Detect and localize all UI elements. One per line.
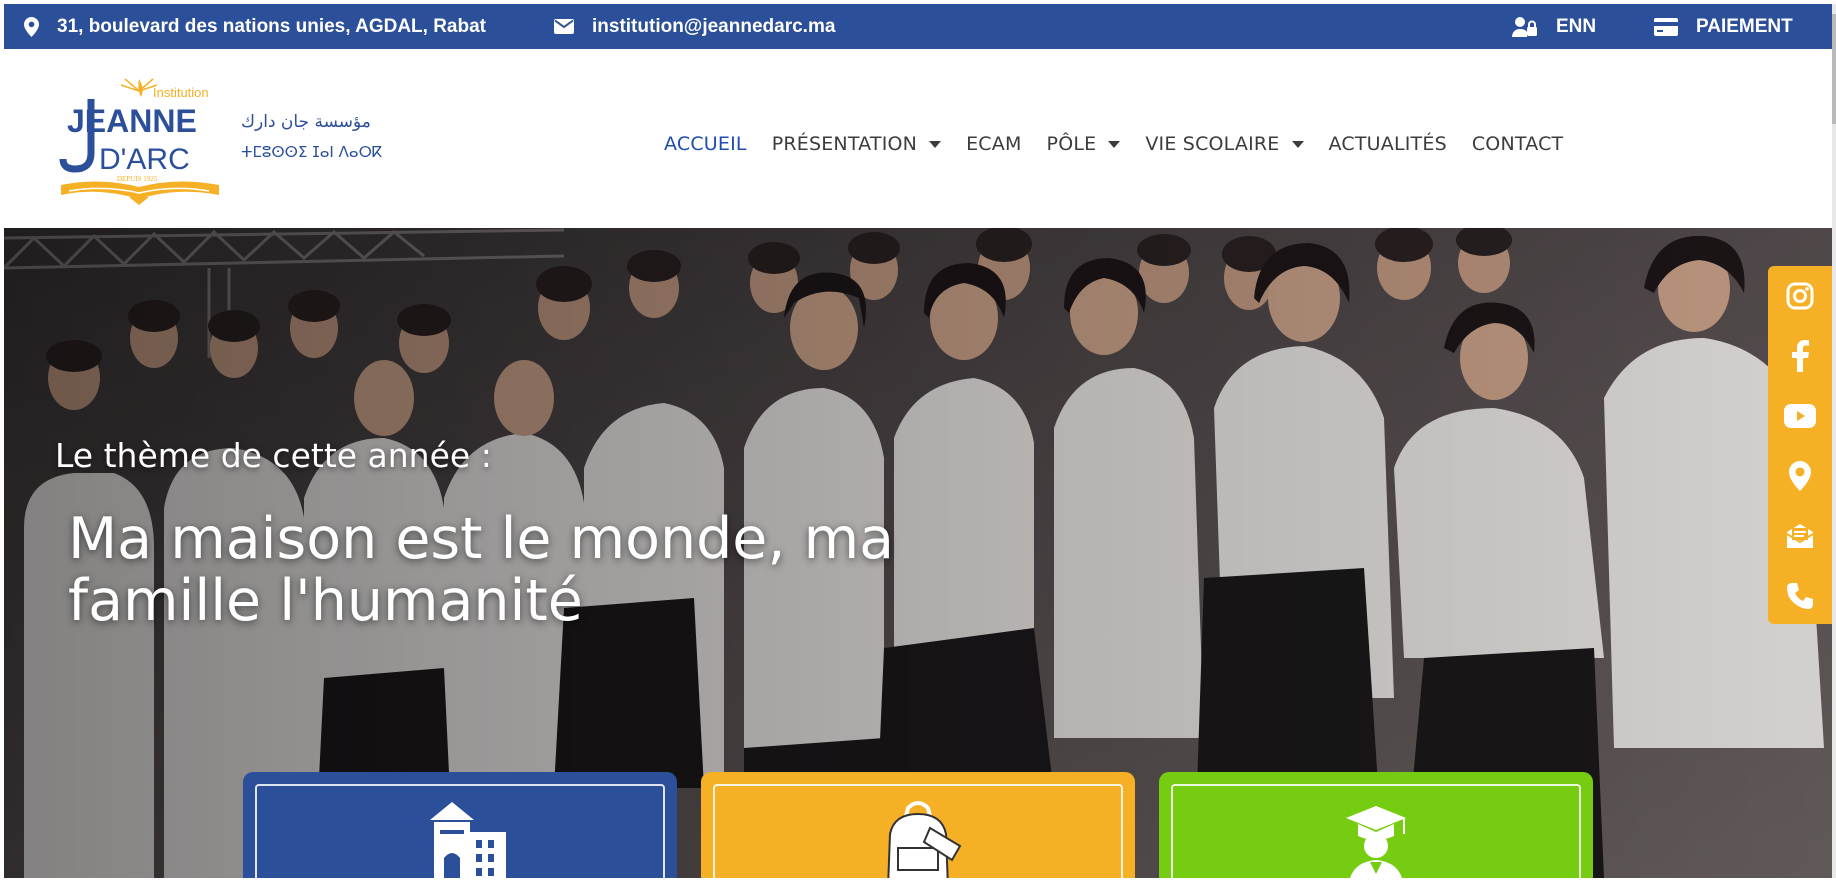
top-bar: 31, boulevard des nations unies, AGDAL, …: [4, 4, 1832, 49]
email-text: institution@jeannedarc.ma: [592, 15, 836, 37]
logo-name-bottom: D'ARC: [99, 143, 190, 176]
nav-actualites-label: ACTUALITÉS: [1328, 133, 1447, 155]
nav-pole-label: PÔLE: [1046, 133, 1097, 155]
youtube-icon[interactable]: [1768, 386, 1832, 446]
facebook-icon[interactable]: [1768, 326, 1832, 386]
page-scrollbar-thumb[interactable]: [1832, 14, 1836, 124]
enn-link[interactable]: ENN: [1512, 4, 1596, 49]
main-nav: ACCUEIL PRÉSENTATION ECAM PÔLE VIE SCOLA…: [664, 128, 1588, 160]
site-logo[interactable]: Institution JEANNE D'ARC DEPUIS 1925 مؤس…: [59, 77, 404, 217]
backpack-icon: [868, 798, 968, 878]
logo-arabic: مؤسسة جان دارك: [241, 112, 371, 132]
school-building-icon: [410, 798, 510, 878]
payment-label: PAIEMENT: [1696, 15, 1793, 37]
nav-presentation-label: PRÉSENTATION: [771, 133, 918, 155]
graduate-icon: [1326, 798, 1426, 878]
nav-vie-scolaire[interactable]: VIE SCOLAIRE: [1145, 133, 1304, 155]
nav-contact[interactable]: CONTACT: [1472, 133, 1564, 155]
instagram-icon[interactable]: [1768, 266, 1832, 326]
mail-icon[interactable]: [1768, 506, 1832, 566]
nav-accueil[interactable]: ACCUEIL: [664, 133, 747, 155]
nav-actualites[interactable]: ACTUALITÉS: [1329, 133, 1447, 155]
site-header: Institution JEANNE D'ARC DEPUIS 1925 مؤس…: [4, 49, 1832, 228]
location-icon[interactable]: [1768, 446, 1832, 506]
page-scrollbar[interactable]: [1832, 4, 1836, 878]
address-link[interactable]: 31, boulevard des nations unies, AGDAL, …: [24, 4, 486, 49]
logo-since: DEPUIS 1925: [117, 175, 158, 183]
logo-name-top: JEANNE: [67, 103, 197, 139]
hero-subtitle: Le thème de cette année :: [55, 436, 492, 475]
address-text: 31, boulevard des nations unies, AGDAL, …: [57, 15, 486, 37]
caret-down-icon: [929, 140, 942, 148]
nav-pole[interactable]: PÔLE: [1047, 133, 1121, 155]
user-lock-icon: [1512, 16, 1538, 37]
logo-institution: Institution: [153, 85, 209, 100]
map-pin-icon: [24, 16, 39, 37]
email-link[interactable]: institution@jeannedarc.ma: [554, 4, 835, 49]
jeanne-darc-logo-icon: Institution JEANNE D'ARC DEPUIS 1925 مؤس…: [59, 78, 382, 205]
caret-down-icon: [1108, 140, 1121, 148]
page-frame: 31, boulevard des nations unies, AGDAL, …: [4, 4, 1832, 878]
nav-accueil-label: ACCUEIL: [664, 133, 747, 155]
phone-icon[interactable]: [1768, 566, 1832, 626]
payment-link[interactable]: PAIEMENT: [1654, 4, 1793, 49]
card-graduation[interactable]: [1159, 772, 1593, 878]
logo-tifinagh: ⵜⵎⵓⵙⵙⵉ ⵊⴰⵏ ⴷⴰⵔⴽ: [241, 143, 382, 161]
nav-contact-label: CONTACT: [1471, 133, 1564, 155]
nav-ecam-label: ECAM: [966, 133, 1022, 155]
card-activities[interactable]: [701, 772, 1135, 878]
social-sidebar: [1768, 266, 1832, 624]
credit-card-icon: [1654, 17, 1678, 36]
nav-presentation[interactable]: PRÉSENTATION: [771, 133, 942, 155]
nav-ecam[interactable]: ECAM: [966, 133, 1021, 155]
caret-down-icon: [1291, 140, 1304, 148]
hero-title: Ma maison est le monde, ma famille l'hum…: [68, 506, 895, 634]
nav-vie-scolaire-label: VIE SCOLAIRE: [1145, 133, 1280, 155]
enn-label: ENN: [1556, 15, 1597, 37]
envelope-icon: [554, 19, 574, 34]
card-school[interactable]: [243, 772, 677, 878]
